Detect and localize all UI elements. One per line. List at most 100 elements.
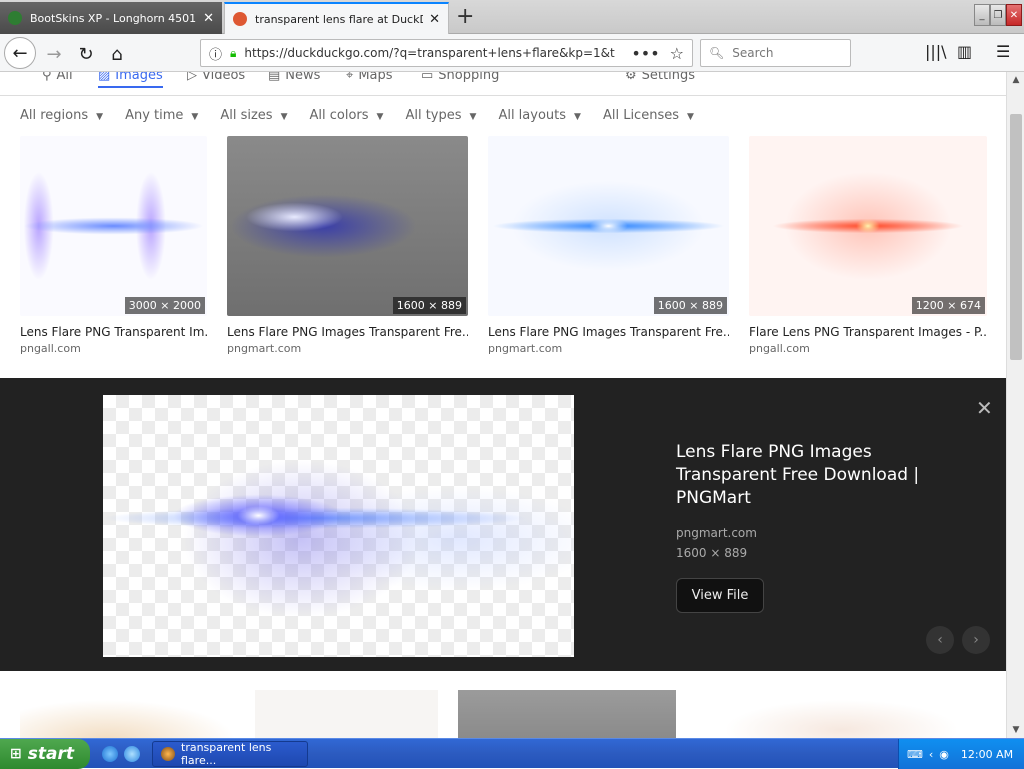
search-input[interactable]: 🔍︎ Search <box>700 39 851 67</box>
filter-colors[interactable]: All colors ▼ <box>309 108 383 123</box>
image-result-card[interactable]: 3000 × 2000 Lens Flare PNG Transparent I… <box>20 136 207 355</box>
info-icon[interactable]: ⓘ <box>209 44 222 63</box>
tab-bootskins[interactable]: BootSkins XP - Longhorn 4501 (FR ✕ <box>0 2 222 34</box>
new-tab-plus-icon[interactable]: + <box>456 4 474 29</box>
filter-sizes[interactable]: All sizes ▼ <box>220 108 287 123</box>
close-tab-icon[interactable]: ✕ <box>203 11 214 26</box>
search-icon: ⚲ <box>42 72 52 83</box>
news-icon: ▤ <box>268 72 281 83</box>
image-thumbnail[interactable] <box>20 690 235 738</box>
result-title[interactable]: Lens Flare PNG Transparent Im... <box>20 325 207 339</box>
detail-title[interactable]: Lens Flare PNG Images Transparent Free D… <box>676 441 936 510</box>
image-thumbnail[interactable]: 3000 × 2000 <box>20 136 207 316</box>
result-source[interactable]: pngmart.com <box>227 342 468 355</box>
keyboard-icon[interactable]: ⌨ <box>907 748 923 761</box>
back-arrow-icon[interactable]: ← <box>4 37 36 69</box>
detail-preview-image[interactable] <box>103 395 574 657</box>
scroll-up-icon[interactable]: ▲ <box>1007 72 1024 88</box>
image-thumbnail[interactable]: 1600 × 889 <box>227 136 468 316</box>
filter-regions[interactable]: All regions ▼ <box>20 108 103 123</box>
menu-hamburger-icon[interactable]: ☰ <box>996 42 1010 61</box>
filter-time[interactable]: Any time ▼ <box>125 108 198 123</box>
bookmark-star-icon[interactable]: ☆ <box>670 44 684 63</box>
navigation-toolbar: ← → ↻ ⌂ ⓘ 🔒︎ https://duckduckgo.com/?q=t… <box>0 34 1024 72</box>
close-detail-icon[interactable]: ✕ <box>976 396 993 420</box>
image-thumbnail[interactable] <box>255 690 438 738</box>
tab-maps[interactable]: ⌖ Maps <box>346 72 393 83</box>
clock[interactable]: 12:00 AM <box>961 748 1013 761</box>
image-result-card[interactable]: 1600 × 889 Lens Flare PNG Images Transpa… <box>488 136 729 355</box>
tab-label: News <box>285 72 321 83</box>
detail-source[interactable]: pngmart.com <box>676 526 757 540</box>
result-title[interactable]: Flare Lens PNG Transparent Images - P... <box>749 325 987 339</box>
page-actions-icon[interactable]: ••• <box>631 44 659 63</box>
view-file-button[interactable]: View File <box>676 578 764 613</box>
tab-settings[interactable]: ⚙ Settings <box>625 72 695 83</box>
image-detail-panel: Lens Flare PNG Images Transparent Free D… <box>0 378 1006 671</box>
map-pin-icon: ⌖ <box>346 72 354 83</box>
close-window-icon[interactable]: ✕ <box>1006 4 1022 26</box>
tab-news[interactable]: ▤ News <box>268 72 320 83</box>
windows-logo-icon: ⊞ <box>10 746 22 762</box>
image-result-card[interactable]: 1600 × 889 Lens Flare PNG Images Transpa… <box>227 136 468 355</box>
search-type-tabs: ⚲ All ▨ Images ▷ Videos ▤ News ⌖ Maps ▭ Shoppi… <box>0 72 1006 96</box>
reload-icon[interactable]: ↻ <box>72 40 100 68</box>
filter-types[interactable]: All types ▼ <box>405 108 476 123</box>
tab-videos[interactable]: ▷ Videos <box>187 72 245 83</box>
result-title[interactable]: Lens Flare PNG Images Transparent Fre... <box>488 325 729 339</box>
address-bar[interactable]: ⓘ 🔒︎ https://duckduckgo.com/?q=transpare… <box>200 39 693 67</box>
tray-expand-icon[interactable]: ‹ <box>929 748 933 761</box>
home-icon[interactable]: ⌂ <box>103 40 131 68</box>
url-text[interactable]: https://duckduckgo.com/?q=transparent+le… <box>244 46 631 60</box>
bootskins-favicon-icon <box>8 11 22 25</box>
image-thumbnail[interactable]: 1200 × 674 <box>749 136 987 316</box>
quicklaunch-icon[interactable] <box>124 746 140 762</box>
start-button[interactable]: ⊞ start <box>0 739 90 769</box>
scroll-down-icon[interactable]: ▼ <box>1007 722 1024 738</box>
image-thumbnail[interactable] <box>458 690 676 738</box>
result-source[interactable]: pngall.com <box>749 342 987 355</box>
tab-all[interactable]: ⚲ All <box>42 72 73 83</box>
filter-label: All regions <box>20 108 89 123</box>
filter-licenses[interactable]: All Licenses ▼ <box>603 108 694 123</box>
image-result-card[interactable]: 1200 × 674 Flare Lens PNG Transparent Im… <box>749 136 987 355</box>
tab-shopping[interactable]: ▭ Shopping <box>421 72 499 83</box>
search-placeholder: Search <box>732 46 774 60</box>
firefox-icon <box>161 747 175 761</box>
search-icon: 🔍︎ <box>709 46 725 60</box>
page-content: ⚲ All ▨ Images ▷ Videos ▤ News ⌖ Maps ▭ Shoppi… <box>0 72 1006 738</box>
lock-icon[interactable]: 🔒︎ <box>230 46 236 61</box>
minimize-window-icon[interactable]: _ <box>974 4 990 26</box>
tab-label: Images <box>115 72 163 83</box>
chevron-down-icon: ▼ <box>280 112 288 122</box>
image-thumbnail[interactable]: 1600 × 889 <box>488 136 729 316</box>
filter-layouts[interactable]: All layouts ▼ <box>498 108 581 123</box>
image-size-badge: 1600 × 889 <box>392 297 466 314</box>
library-icon[interactable]: |||\ <box>925 42 947 61</box>
chevron-down-icon: ▼ <box>376 112 384 122</box>
sidebar-icon[interactable]: ▥ <box>957 42 972 61</box>
image-thumbnail[interactable] <box>696 690 987 738</box>
tab-label: Settings <box>641 72 695 83</box>
next-image-icon[interactable]: › <box>962 626 990 654</box>
restore-window-icon[interactable]: ❐ <box>990 4 1006 26</box>
taskbar-item-browser[interactable]: transparent lens flare... <box>152 741 308 767</box>
tab-images[interactable]: ▨ Images <box>98 72 163 88</box>
system-tray: ⌨ ‹ ◉ 12:00 AM <box>898 739 1024 769</box>
close-tab-icon[interactable]: ✕ <box>429 12 440 27</box>
result-title[interactable]: Lens Flare PNG Images Transparent Fre... <box>227 325 468 339</box>
scrollbar-thumb[interactable] <box>1010 114 1022 360</box>
lens-flare-graphic <box>103 395 574 657</box>
result-source[interactable]: pngmart.com <box>488 342 729 355</box>
vertical-scrollbar[interactable]: ▲ ▼ <box>1006 72 1024 738</box>
tab-label: BootSkins XP - Longhorn 4501 (FR <box>30 11 197 25</box>
image-size-badge: 1200 × 674 <box>911 297 985 314</box>
previous-image-icon[interactable]: ‹ <box>926 626 954 654</box>
filter-label: All colors <box>309 108 369 123</box>
forward-arrow-icon[interactable]: → <box>40 40 68 68</box>
internet-explorer-icon[interactable] <box>102 746 118 762</box>
result-source[interactable]: pngall.com <box>20 342 207 355</box>
tab-label: Shopping <box>438 72 500 83</box>
tab-duckduckgo[interactable]: transparent lens flare at DuckDuck ✕ <box>224 2 449 34</box>
network-icon[interactable]: ◉ <box>939 748 949 761</box>
